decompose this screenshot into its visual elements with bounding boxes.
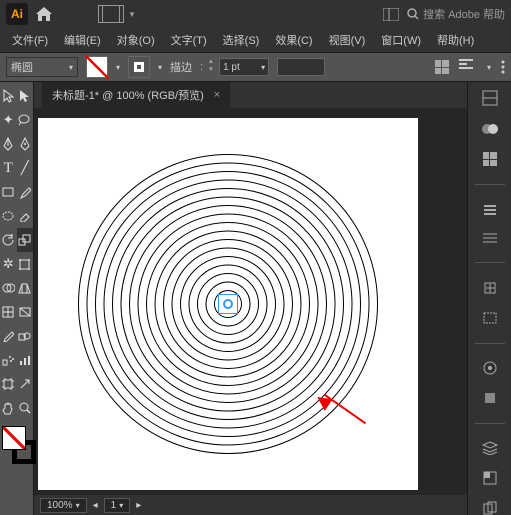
appearance-panel-icon[interactable]	[480, 361, 500, 375]
asset-export-panel-icon[interactable]	[480, 471, 500, 485]
search-icon	[407, 8, 419, 20]
color-panel-icon[interactable]	[480, 122, 500, 136]
fill-stroke-indicator[interactable]	[0, 424, 34, 464]
document-tab[interactable]: 未标题-1* @ 100% (RGB/预览) ×	[42, 82, 230, 108]
symbols-panel-icon[interactable]	[480, 281, 500, 295]
stroke-profile-selector[interactable]	[277, 58, 325, 76]
menu-window[interactable]: 窗口(W)	[373, 29, 429, 51]
stroke-weight-input[interactable]: 1 pt▾	[219, 58, 269, 76]
selection-center-marker[interactable]	[218, 294, 238, 314]
align-icon[interactable]	[459, 59, 477, 75]
zoom-value: 100%	[47, 500, 73, 511]
transform-panel-icon[interactable]	[480, 311, 500, 325]
curvature-tool[interactable]	[17, 132, 34, 156]
window-layout-icon[interactable]	[383, 8, 399, 21]
search-placeholder: 搜索 Adobe 帮助	[423, 6, 505, 22]
stroke-weight-spinner[interactable]: ▴▾	[209, 57, 218, 75]
artboard-value: 1	[111, 500, 117, 511]
blend-tool[interactable]	[17, 324, 34, 348]
stroke-panel-icon[interactable]	[480, 232, 500, 244]
pen-tool[interactable]	[0, 132, 17, 156]
zoom-selector[interactable]: 100% ▾	[40, 498, 87, 513]
shaper-tool[interactable]	[0, 204, 17, 228]
chevron-down-icon[interactable]: ▾	[158, 63, 162, 72]
stroke-weight-value: 1 pt	[223, 62, 240, 73]
mesh-tool[interactable]	[0, 300, 17, 324]
shape-selector[interactable]: 椭圆 ▾	[6, 57, 78, 77]
fill-indicator[interactable]	[2, 426, 26, 450]
scale-tool[interactable]	[17, 228, 34, 252]
document-tab-bar: 未标题-1* @ 100% (RGB/预览) ×	[34, 82, 467, 108]
home-icon[interactable]	[36, 7, 52, 21]
workspace-layout-icon[interactable]	[98, 5, 124, 23]
artboard-tool[interactable]	[0, 372, 17, 396]
chevron-down-icon[interactable]: ▼	[128, 10, 136, 19]
magic-wand-tool[interactable]: ✦	[0, 108, 17, 132]
menu-type[interactable]: 文字(T)	[163, 29, 215, 51]
fill-swatch[interactable]	[86, 56, 108, 78]
properties-panel-icon[interactable]	[480, 90, 500, 106]
menu-select[interactable]: 选择(S)	[215, 29, 268, 51]
stroke-label: 描边	[170, 59, 192, 75]
paintbrush-tool[interactable]	[17, 180, 34, 204]
zoom-tool[interactable]	[17, 396, 34, 420]
artboard-next-icon[interactable]: ▸	[136, 500, 141, 511]
app-logo: Ai	[6, 3, 28, 25]
perspective-grid-tool[interactable]	[17, 276, 34, 300]
brushes-panel-icon[interactable]	[480, 202, 500, 216]
shape-label: 椭圆	[11, 59, 33, 75]
free-transform-tool[interactable]	[17, 252, 34, 276]
toolbar: ✦ T ╱ ✲	[0, 82, 34, 515]
symbol-sprayer-tool[interactable]	[0, 348, 17, 372]
slice-tool[interactable]	[17, 372, 34, 396]
graphic-styles-panel-icon[interactable]	[480, 391, 500, 405]
chevron-down-icon[interactable]: ▾	[487, 63, 491, 72]
shape-builder-tool[interactable]	[0, 276, 17, 300]
selection-tool[interactable]	[0, 84, 17, 108]
artboards-panel-icon[interactable]	[480, 501, 500, 515]
eraser-tool[interactable]	[17, 204, 34, 228]
status-bar: 100% ▾ ◂ 1 ▾ ▸	[34, 495, 467, 515]
hand-tool[interactable]	[0, 396, 17, 420]
menu-file[interactable]: 文件(F)	[4, 29, 56, 51]
menu-bar: 文件(F) 编辑(E) 对象(O) 文字(T) 选择(S) 效果(C) 视图(V…	[0, 28, 511, 52]
artboard-prev-icon[interactable]: ◂	[93, 500, 98, 511]
swatches-panel-icon[interactable]	[480, 152, 500, 166]
search-box[interactable]: 搜索 Adobe 帮助	[407, 6, 505, 22]
menu-effect[interactable]: 效果(C)	[267, 29, 320, 51]
menu-object[interactable]: 对象(O)	[109, 29, 163, 51]
menu-edit[interactable]: 编辑(E)	[56, 29, 109, 51]
annotation-arrow	[318, 400, 378, 440]
canvas[interactable]	[38, 118, 418, 490]
column-graph-tool[interactable]	[17, 348, 34, 372]
grid-view-icon[interactable]	[435, 60, 449, 74]
line-tool[interactable]: ╱	[17, 156, 34, 180]
chevron-down-icon: ▾	[69, 63, 73, 72]
right-panel	[467, 82, 511, 515]
rotate-tool[interactable]	[0, 228, 17, 252]
gradient-tool[interactable]	[17, 300, 34, 324]
direct-selection-tool[interactable]	[17, 84, 34, 108]
layers-panel-icon[interactable]	[480, 441, 500, 455]
type-tool[interactable]: T	[0, 156, 17, 180]
rectangle-tool[interactable]	[0, 180, 17, 204]
close-icon[interactable]: ×	[214, 89, 220, 101]
tab-title: 未标题-1* @ 100% (RGB/预览)	[52, 87, 204, 103]
eyedropper-tool[interactable]	[0, 324, 17, 348]
chevron-down-icon[interactable]: ▾	[116, 63, 120, 72]
lasso-tool[interactable]	[17, 108, 34, 132]
menu-view[interactable]: 视图(V)	[321, 29, 374, 51]
width-tool[interactable]: ✲	[0, 252, 17, 276]
artboard-selector[interactable]: 1 ▾	[104, 498, 131, 513]
more-icon[interactable]	[501, 60, 505, 74]
menu-help[interactable]: 帮助(H)	[429, 29, 482, 51]
stroke-swatch[interactable]	[128, 56, 150, 78]
control-bar: 椭圆 ▾ ▾ ▾ 描边 : ▴▾ 1 pt▾ ▾	[0, 52, 511, 82]
